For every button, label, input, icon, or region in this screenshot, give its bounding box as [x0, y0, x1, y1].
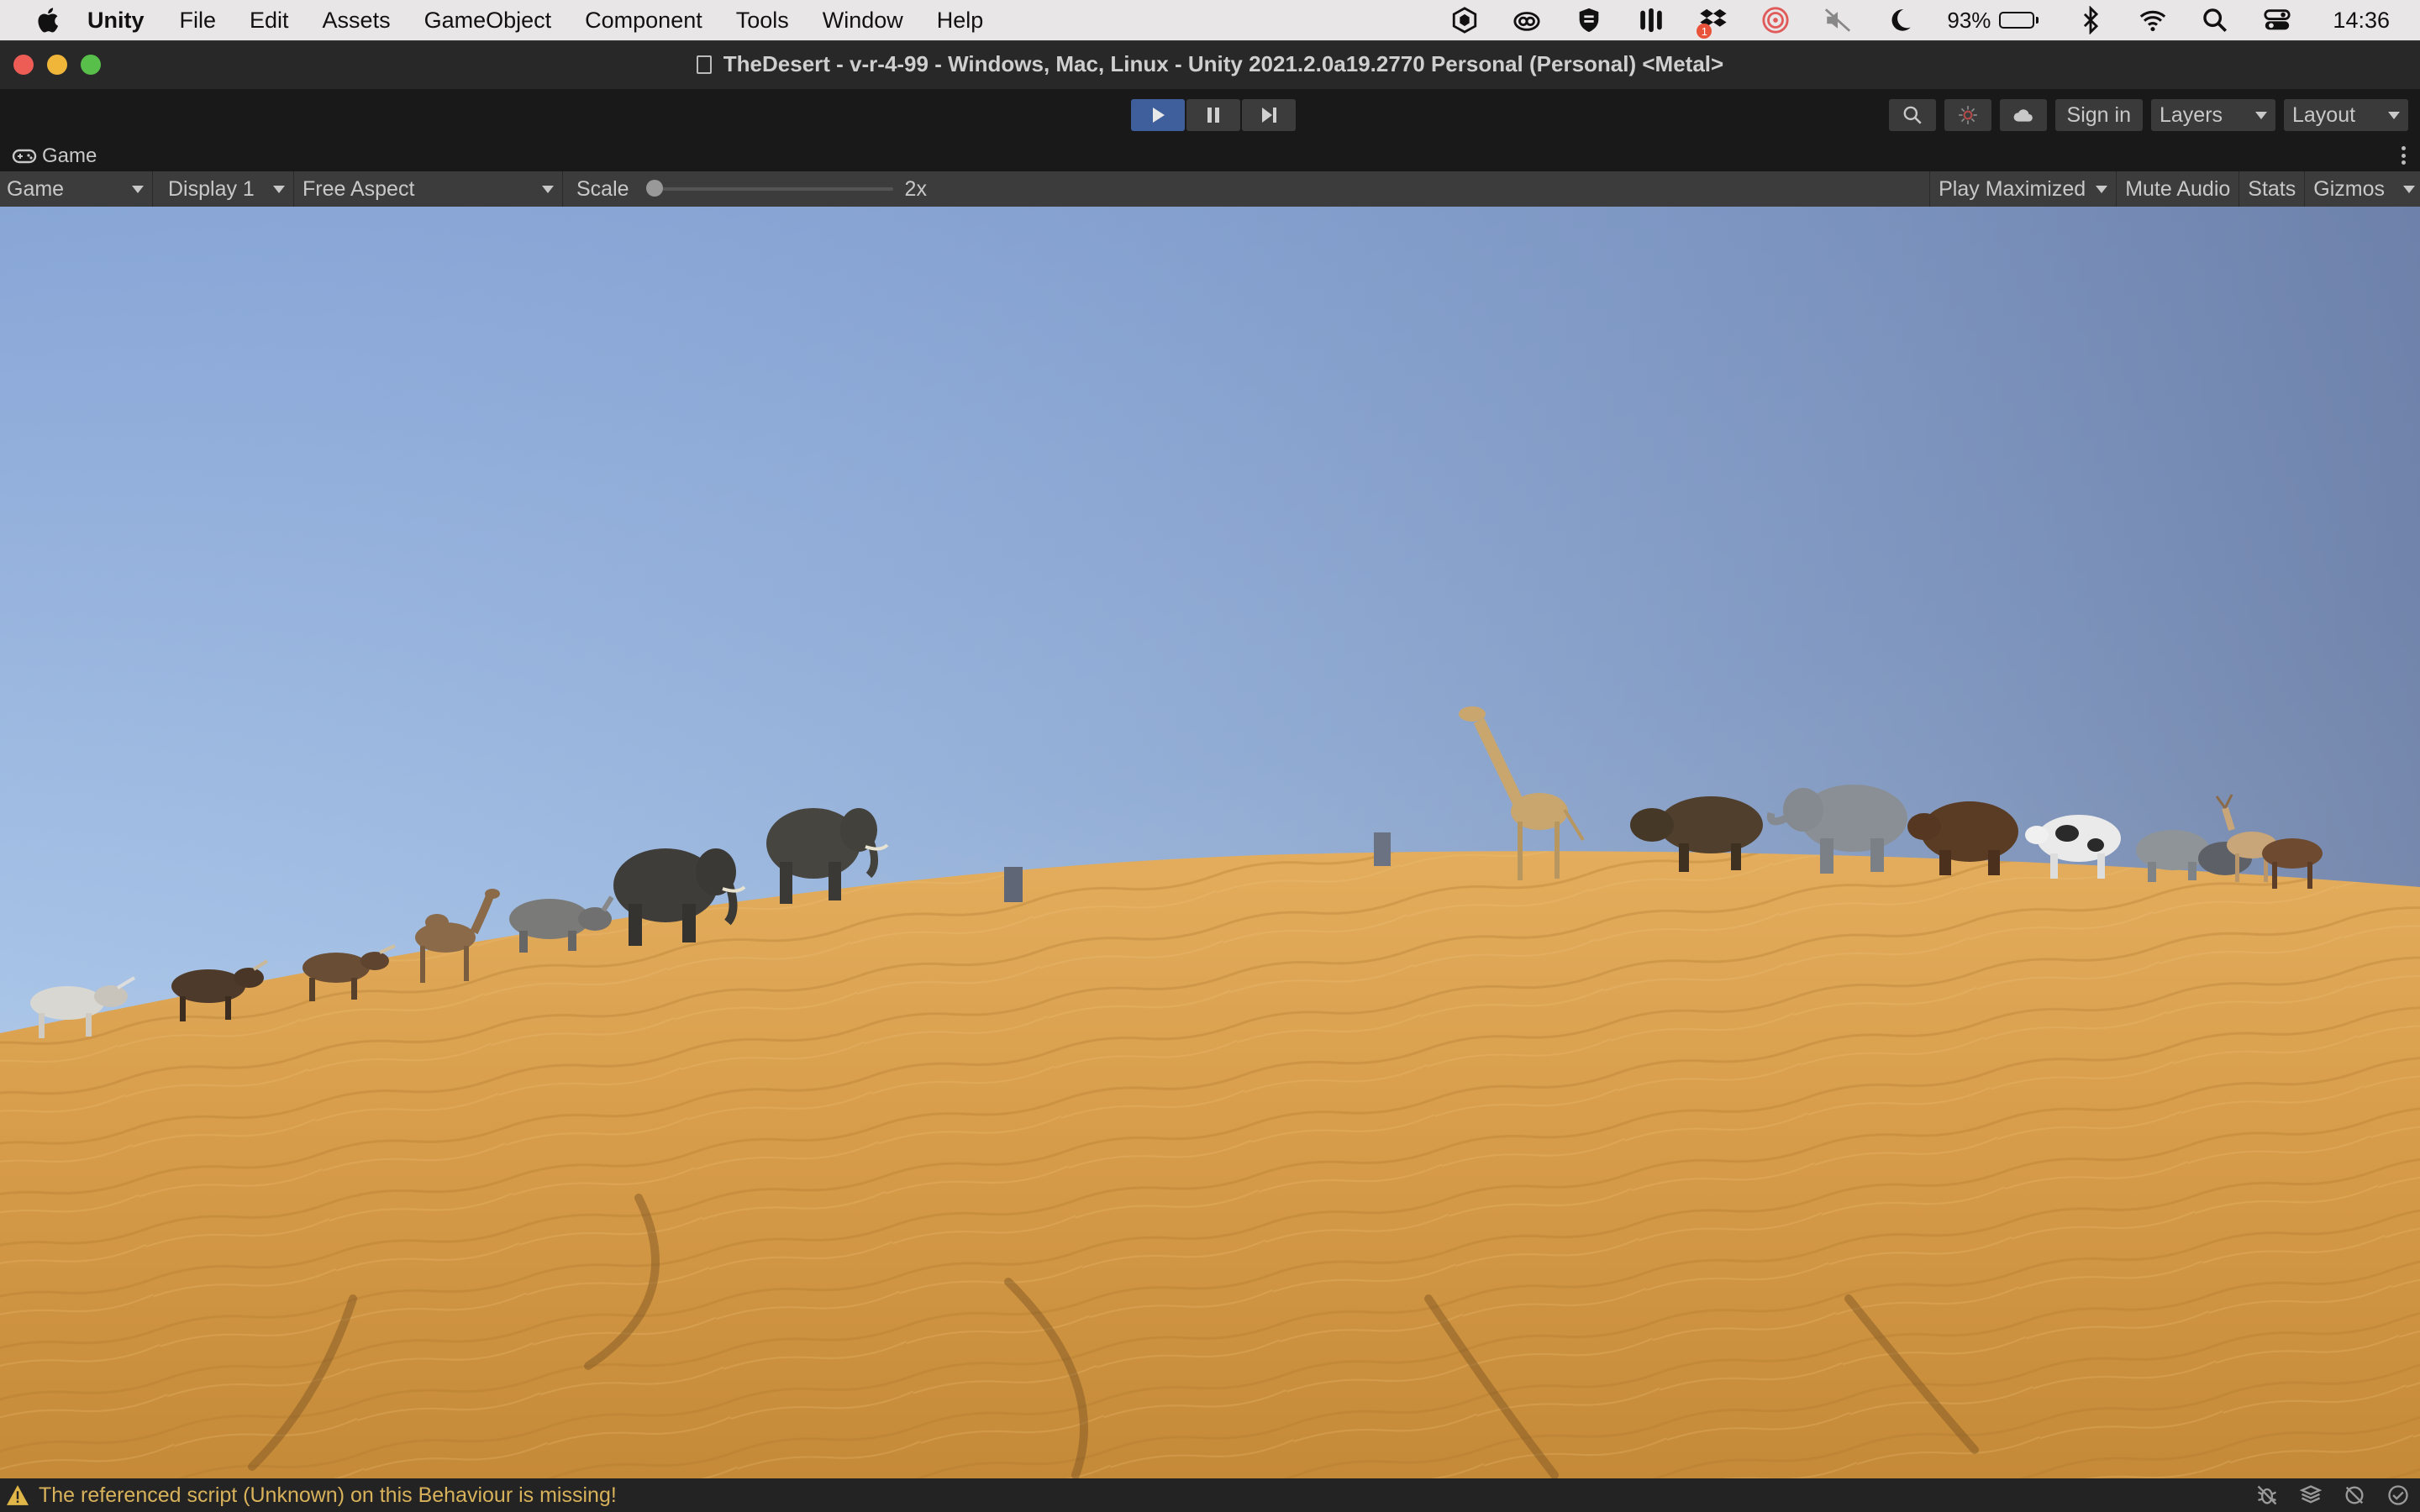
game-view-controls: Game Display 1 Free Aspect Scale 2x Play… [0, 171, 2420, 207]
aspect-label: Free Aspect [302, 176, 415, 201]
play-button[interactable] [1131, 99, 1185, 131]
toolbar-right: Sign in Layers Layout [1881, 99, 2408, 131]
notification-badge: 1 [1697, 24, 1712, 39]
chevron-down-icon [2388, 111, 2400, 119]
layers-dropdown[interactable]: Layers [2151, 99, 2275, 131]
scale-slider-thumb[interactable] [645, 180, 663, 197]
cloud-icon [2013, 109, 2033, 122]
view-mode-label: Game [7, 176, 65, 201]
control-center-icon[interactable] [2262, 5, 2292, 35]
apple-logo-icon[interactable] [34, 6, 60, 34]
chevron-down-icon [273, 185, 285, 193]
macos-menubar: Unity File Edit Assets GameObject Compon… [0, 0, 2420, 40]
menu-window[interactable]: Window [823, 8, 903, 34]
game-viewport[interactable] [0, 207, 2420, 1478]
tab-game[interactable]: Game [12, 143, 97, 170]
cache-icon[interactable] [2341, 1482, 2368, 1509]
gizmos-toggle[interactable]: Gizmos [2304, 171, 2420, 207]
app-shield-icon[interactable] [1574, 5, 1604, 35]
menu-assets[interactable]: Assets [323, 8, 391, 34]
check-circle-icon[interactable] [2385, 1482, 2412, 1509]
display-dropdown[interactable]: Display 1 [153, 171, 294, 207]
console-status-bar[interactable]: The referenced script (Unknown) on this … [0, 1478, 2420, 1512]
status-message: The referenced script (Unknown) on this … [39, 1483, 617, 1507]
sign-in-button[interactable]: Sign in [2054, 99, 2143, 131]
menubar-clock[interactable]: 14:36 [2333, 8, 2390, 34]
layers-label: Layers [2160, 102, 2223, 127]
muted-speaker-icon[interactable] [1823, 5, 1853, 35]
desert-scene [0, 207, 2420, 1478]
search-button[interactable] [1888, 99, 1936, 131]
chevron-down-icon [542, 185, 554, 193]
tab-menu-icon[interactable] [2402, 146, 2407, 165]
play-maximized-label: Play Maximized [1939, 176, 2086, 201]
battery-icon[interactable] [1999, 12, 2039, 29]
status-icons [2237, 1482, 2412, 1509]
view-mode-dropdown[interactable]: Game [0, 171, 153, 207]
chevron-down-icon [2255, 111, 2267, 119]
creative-cloud-icon[interactable] [1512, 5, 1542, 35]
menu-gameobject[interactable]: GameObject [424, 8, 552, 34]
layout-label: Layout [2292, 102, 2356, 127]
dropbox-icon[interactable]: 1 [1697, 5, 1728, 39]
stack-icon[interactable] [2297, 1482, 2324, 1509]
menu-unity[interactable]: Unity [87, 8, 145, 34]
window-titlebar: TheDesert - v-r-4-99 - Windows, Mac, Lin… [0, 40, 2420, 89]
aspect-dropdown[interactable]: Free Aspect [294, 171, 563, 207]
main-toolbar: Sign in Layers Layout [0, 89, 2420, 139]
pause-icon [1207, 108, 1219, 123]
display-label: Display 1 [168, 176, 255, 201]
search-icon [1903, 106, 1922, 124]
warning-icon [7, 1485, 29, 1505]
cloud-button[interactable] [1999, 99, 2047, 131]
moon-icon[interactable] [1885, 5, 1915, 35]
debug-bug-icon[interactable] [2254, 1482, 2281, 1509]
game-view-toggles: Play Maximized Mute Audio Stats Gizmos [1929, 171, 2420, 207]
layout-dropdown[interactable]: Layout [2284, 99, 2408, 131]
monolith [1004, 867, 1023, 902]
wifi-icon[interactable] [2138, 5, 2168, 35]
window-title-text: TheDesert - v-r-4-99 - Windows, Mac, Lin… [723, 51, 1724, 76]
chevron-down-icon [132, 185, 144, 193]
gizmos-label: Gizmos [2313, 176, 2385, 201]
scale-slider[interactable] [645, 180, 893, 197]
menu-tools[interactable]: Tools [736, 8, 789, 34]
chevron-down-icon [2096, 185, 2108, 193]
game-tab-bar: Game [0, 139, 2420, 172]
scale-label: Scale [576, 176, 629, 201]
playmode-controls [1131, 99, 1297, 131]
step-button[interactable] [1242, 99, 1296, 131]
monolith [1374, 832, 1391, 866]
play-icon [1153, 108, 1165, 123]
step-icon [1262, 108, 1276, 123]
menu-help[interactable]: Help [937, 8, 984, 34]
scale-value: 2x [904, 176, 927, 201]
chevron-down-icon [2403, 185, 2415, 193]
pause-button[interactable] [1186, 99, 1240, 131]
bluetooth-icon[interactable] [2075, 5, 2106, 35]
search-icon[interactable] [2200, 5, 2230, 35]
play-maximized-dropdown[interactable]: Play Maximized [1929, 171, 2116, 207]
menu-component[interactable]: Component [585, 8, 702, 34]
menu-edit[interactable]: Edit [250, 8, 289, 34]
menubar-status-area: 1 93% 14:36 [1449, 0, 2420, 40]
scale-control: Scale 2x [563, 177, 927, 202]
mute-audio-toggle[interactable]: Mute Audio [2116, 171, 2238, 207]
menu-file[interactable]: File [180, 8, 217, 34]
bars-icon[interactable] [1636, 5, 1666, 35]
collab-icon [1958, 106, 1977, 124]
battery-percent: 93% [1947, 7, 1991, 33]
gamepad-icon [12, 149, 37, 164]
window-title: TheDesert - v-r-4-99 - Windows, Mac, Lin… [0, 51, 2420, 77]
document-icon [696, 55, 712, 74]
tab-game-label: Game [42, 144, 97, 167]
radar-icon[interactable] [1760, 5, 1791, 35]
unity-hub-icon[interactable] [1449, 5, 1480, 35]
collab-button[interactable] [1944, 99, 1991, 131]
stats-toggle[interactable]: Stats [2238, 171, 2304, 207]
